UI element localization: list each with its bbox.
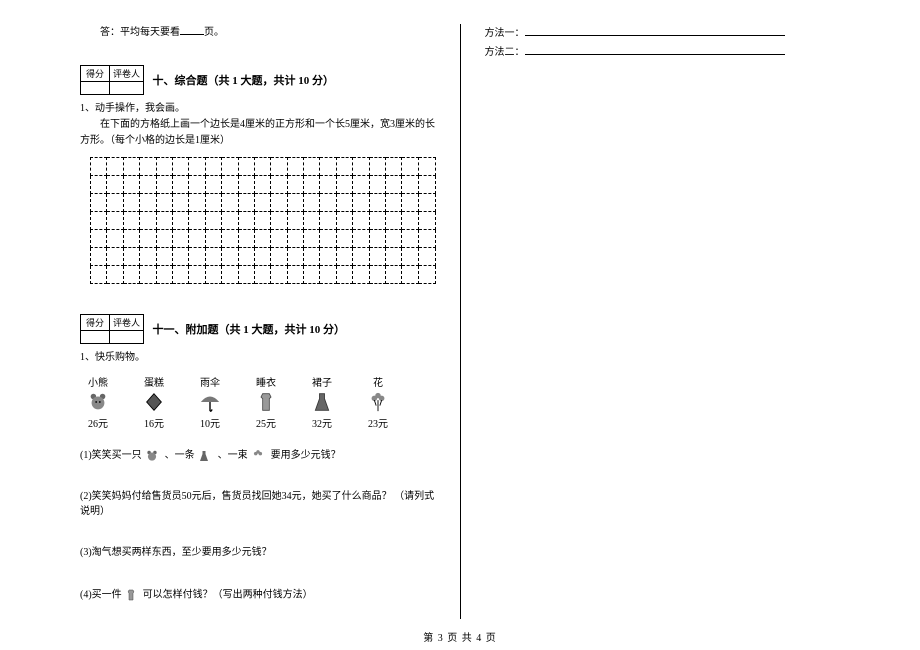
grader-label: 评卷人 [110, 315, 144, 331]
method-1: 方法一： [485, 24, 841, 39]
flower-icon [251, 449, 267, 463]
score-cell [81, 331, 110, 344]
section-11-title: 十一、附加题（共 1 大题，共计 10 分） [153, 321, 346, 337]
pajama-icon [125, 586, 139, 604]
score-cell [81, 82, 110, 95]
sub4-a: (4)买一件 [80, 589, 122, 600]
method2-label: 方法二： [485, 47, 525, 58]
flower-icon [365, 391, 391, 413]
item-price: 10元 [192, 415, 228, 430]
right-column: 方法一： 方法二： [461, 24, 841, 619]
cake-icon [141, 391, 167, 413]
grader-cell [110, 82, 144, 95]
blank-line [180, 24, 204, 35]
grader-label: 评卷人 [110, 66, 144, 82]
skirt-icon [198, 449, 214, 463]
sub4-b: 可以怎样付钱？（写出两种付钱方法） [143, 589, 313, 600]
item-price: 25元 [248, 415, 284, 430]
item-name: 花 [360, 374, 396, 389]
item-price: 32元 [304, 415, 340, 430]
sub1-c: 、一束 [218, 450, 248, 461]
sec11-q1-label: 1、快乐购物。 [80, 350, 436, 366]
sub1-b: 、一条 [165, 450, 195, 461]
sec11-sub1: (1)笑笑买一只 、一条 、一束 要用多少元钱？ [80, 448, 436, 463]
score-box: 得分 评卷人 [80, 65, 144, 95]
section-10-title: 十、综合题（共 1 大题，共计 10 分） [153, 72, 335, 88]
bear-icon [145, 449, 161, 463]
shop-row-icons [80, 391, 436, 413]
sec11-sub2: (2)笑笑妈妈付给售货员50元后，售货员找回她34元，她买了什么商品？ （请列式… [80, 489, 436, 519]
page-footer: 第 3 页 共 4 页 [0, 629, 920, 644]
dotted-grid [90, 157, 436, 284]
sub1-a: (1)笑笑买一只 [80, 450, 142, 461]
sec11-sub4: (4)买一件 可以怎样付钱？（写出两种付钱方法） [80, 586, 436, 604]
umbrella-icon [197, 391, 223, 413]
blank-line [525, 44, 785, 55]
blank-line [525, 25, 785, 36]
item-price: 26元 [80, 415, 116, 430]
item-name: 蛋糕 [136, 374, 172, 389]
item-price: 16元 [136, 415, 172, 430]
method1-label: 方法一： [485, 28, 525, 39]
sec11-sub3: (3)淘气想买两样东西，至少要用多少元钱？ [80, 545, 436, 560]
bear-icon [85, 391, 111, 413]
item-name: 睡衣 [248, 374, 284, 389]
score-label: 得分 [81, 66, 110, 82]
item-name: 雨伞 [192, 374, 228, 389]
answer-prefix: 答：平均每天要看 [100, 27, 180, 38]
sec10-q1-label: 1、动手操作，我会画。 [80, 101, 436, 117]
answer-suffix: 页。 [204, 27, 224, 38]
pajama-icon [253, 391, 279, 413]
shop-row-names: 小熊 蛋糕 雨伞 睡衣 裙子 花 [80, 374, 436, 389]
method-2: 方法二： [485, 43, 841, 58]
prev-answer-line: 答：平均每天要看 页。 [80, 24, 436, 41]
section-10-header: 得分 评卷人 十、综合题（共 1 大题，共计 10 分） [80, 65, 436, 95]
score-label: 得分 [81, 315, 110, 331]
skirt-icon [309, 391, 335, 413]
section-11-header: 得分 评卷人 十一、附加题（共 1 大题，共计 10 分） [80, 314, 436, 344]
score-box: 得分 评卷人 [80, 314, 144, 344]
item-name: 裙子 [304, 374, 340, 389]
left-column: 答：平均每天要看页。 得分 评卷人 十、综合题（共 1 大题，共计 10 分） … [80, 24, 461, 619]
sec10-q1-body: 在下面的方格纸上画一个边长是4厘米的正方形和一个长5厘米，宽3厘米的长方形。（每… [80, 117, 436, 149]
item-name: 小熊 [80, 374, 116, 389]
shop-table: 小熊 蛋糕 雨伞 睡衣 裙子 花 [80, 374, 436, 430]
sub1-d: 要用多少元钱？ [271, 450, 341, 461]
shop-row-prices: 26元 16元 10元 25元 32元 23元 [80, 415, 436, 430]
grader-cell [110, 331, 144, 344]
item-price: 23元 [360, 415, 396, 430]
